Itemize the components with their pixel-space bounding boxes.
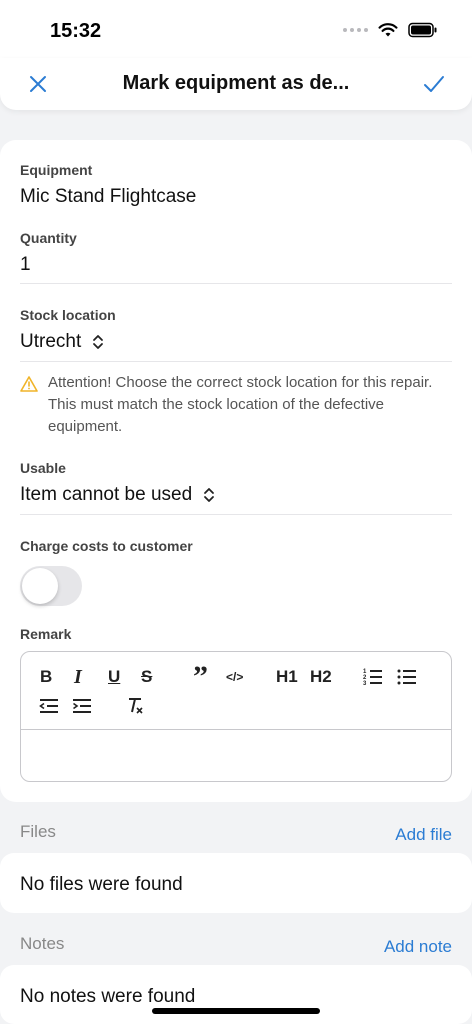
files-empty-text: No files were found xyxy=(20,874,183,895)
strikethrough-button[interactable]: S xyxy=(141,665,152,689)
svg-text:3: 3 xyxy=(363,681,367,687)
bold-button[interactable]: B xyxy=(40,665,52,689)
close-icon[interactable] xyxy=(26,72,50,96)
indent-icon[interactable] xyxy=(72,694,92,718)
divider xyxy=(20,361,452,362)
heading-2-button[interactable]: H2 xyxy=(310,665,332,689)
heading-1-button[interactable]: H1 xyxy=(276,665,298,689)
quote-button[interactable]: ” xyxy=(193,660,208,693)
form-card: Equipment Mic Stand Flightcase Quantity … xyxy=(0,140,472,802)
status-icons xyxy=(343,22,438,38)
add-note-button[interactable]: Add note xyxy=(384,937,452,957)
remark-field: Remark xyxy=(20,626,452,642)
quantity-label: Quantity xyxy=(20,230,77,246)
charge-costs-toggle[interactable] xyxy=(20,566,82,606)
battery-icon xyxy=(408,22,437,38)
italic-button[interactable]: I xyxy=(74,665,82,689)
warning-icon xyxy=(20,376,38,392)
remark-editor: B I U S ” </> H1 H2 1 2 3 xyxy=(20,651,452,782)
outdent-icon[interactable] xyxy=(39,694,59,718)
stock-location-field[interactable]: Stock location Utrecht xyxy=(20,307,452,353)
chevron-up-down-icon xyxy=(93,335,104,349)
quantity-input[interactable]: 1 xyxy=(20,254,452,276)
toggle-knob xyxy=(22,568,58,604)
divider xyxy=(20,514,452,515)
divider xyxy=(20,283,452,284)
stock-location-value: Utrecht xyxy=(20,331,82,352)
signal-icon xyxy=(343,28,368,32)
code-button[interactable]: </> xyxy=(226,665,243,689)
notes-empty-text: No notes were found xyxy=(20,986,196,1007)
home-indicator xyxy=(152,1008,320,1014)
charge-costs-field: Charge costs to customer xyxy=(20,538,452,606)
equipment-value: Mic Stand Flightcase xyxy=(20,186,197,207)
header: Mark equipment as de... xyxy=(0,58,472,110)
equipment-field: Equipment Mic Stand Flightcase xyxy=(20,162,452,208)
usable-field[interactable]: Usable Item cannot be used xyxy=(20,460,452,506)
stock-location-label: Stock location xyxy=(20,307,116,323)
status-time: 15:32 xyxy=(50,20,102,42)
wifi-icon xyxy=(378,23,398,37)
status-bar: 15:32 xyxy=(0,0,472,58)
stock-location-warning: Attention! Choose the correct stock loca… xyxy=(20,372,442,438)
remark-label: Remark xyxy=(20,626,72,642)
charge-costs-label: Charge costs to customer xyxy=(20,538,193,554)
usable-label: Usable xyxy=(20,460,66,476)
remark-textarea[interactable] xyxy=(21,730,451,781)
underline-button[interactable]: U xyxy=(108,665,120,689)
chevron-up-down-icon xyxy=(204,488,215,502)
equipment-label: Equipment xyxy=(20,162,93,178)
files-section-label: Files xyxy=(20,822,56,841)
ordered-list-icon[interactable]: 1 2 3 xyxy=(363,665,383,689)
confirm-check-icon[interactable] xyxy=(422,72,446,96)
clear-format-icon[interactable] xyxy=(125,694,145,718)
stock-location-select[interactable]: Utrecht xyxy=(20,331,452,353)
notes-card: No notes were found xyxy=(0,965,472,1024)
editor-toolbar: B I U S ” </> H1 H2 1 2 3 xyxy=(21,652,451,730)
warning-text: Attention! Choose the correct stock loca… xyxy=(48,374,433,435)
page-title: Mark equipment as de... xyxy=(122,72,350,94)
notes-section-label: Notes xyxy=(20,934,65,953)
bullet-list-icon[interactable] xyxy=(397,665,417,689)
files-card: No files were found xyxy=(0,853,472,913)
add-file-button[interactable]: Add file xyxy=(395,825,452,845)
usable-value: Item cannot be used xyxy=(20,484,193,505)
quantity-field[interactable]: Quantity 1 xyxy=(20,230,452,276)
usable-select[interactable]: Item cannot be used xyxy=(20,484,452,506)
